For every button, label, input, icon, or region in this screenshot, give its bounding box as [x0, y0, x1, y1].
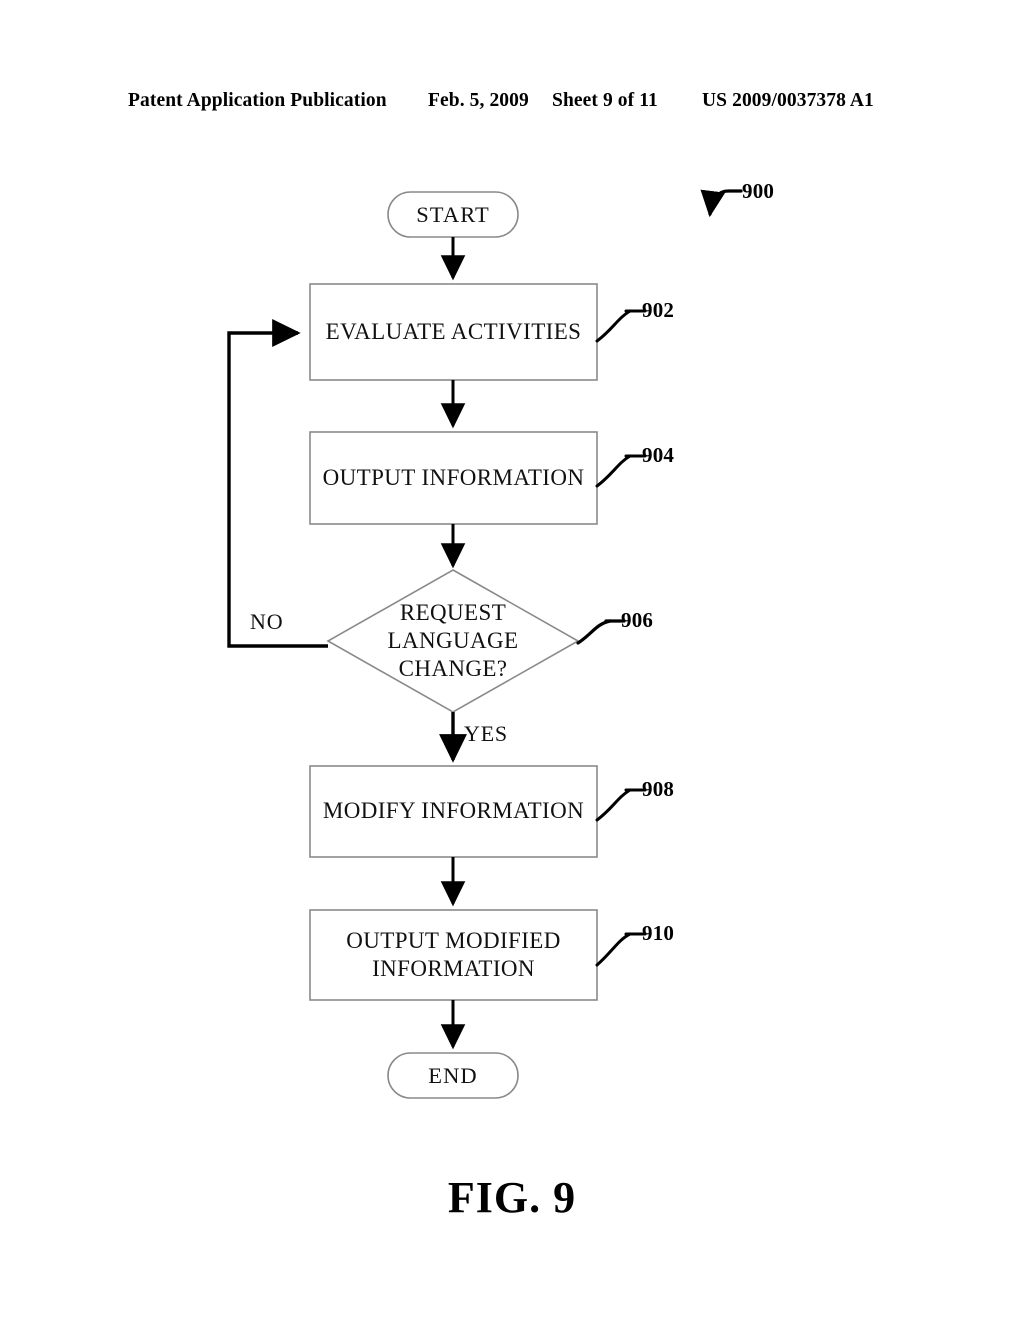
- node-906-label: REQUEST LANGUAGE CHANGE?: [387, 599, 519, 682]
- ref-number-900: 900: [742, 179, 775, 203]
- ref-leader-906: [576, 619, 612, 645]
- node-902-label: EVALUATE ACTIVITIES: [325, 318, 582, 344]
- branch-label-yes: YES: [464, 721, 508, 746]
- ref-leader-904: [595, 454, 632, 488]
- node-908-label: MODIFY INFORMATION: [322, 798, 585, 824]
- node-904-label: OUTPUT INFORMATION: [322, 464, 585, 490]
- ref-leader-902: [595, 309, 632, 343]
- ref-number-906: 906: [621, 608, 654, 632]
- ref-leader-900: [700, 189, 743, 218]
- ref-leader-910: [595, 932, 632, 967]
- ref-number-910: 910: [642, 921, 675, 945]
- ref-number-908: 908: [642, 777, 675, 801]
- node-start-label: START: [416, 201, 490, 227]
- ref-number-902: 902: [642, 298, 675, 322]
- ref-leader-908: [595, 788, 632, 822]
- figure-caption: FIG. 9: [447, 1173, 577, 1222]
- node-end-label: END: [428, 1062, 478, 1088]
- ref-number-904: 904: [642, 443, 675, 467]
- branch-label-no: NO: [250, 609, 284, 634]
- node-910-label: OUTPUT MODIFIED INFORMATION: [346, 927, 561, 981]
